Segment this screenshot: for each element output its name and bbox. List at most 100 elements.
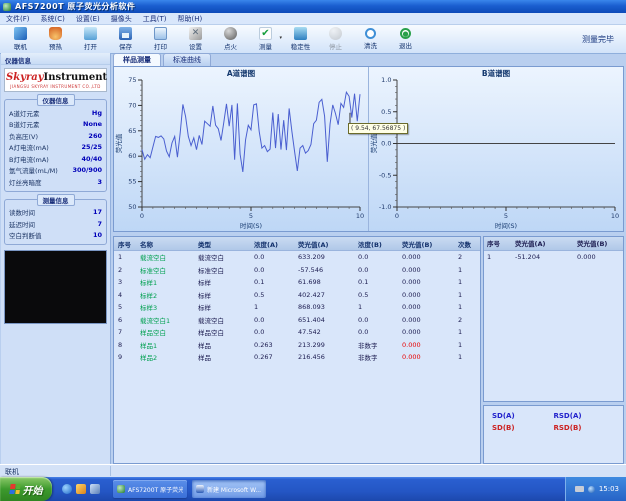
svg-text:时间(S): 时间(S) xyxy=(240,221,262,230)
table-row[interactable]: 3标样1标样0.161.6980.10.0001 xyxy=(114,276,480,289)
taskbar-task-1[interactable]: 新建 Microsoft W... xyxy=(192,480,266,498)
toolbar-button-stability[interactable]: 稳定性 xyxy=(283,26,318,52)
cell-times: 2 xyxy=(456,253,480,261)
toolbar-button-measure[interactable]: ✔测量▾ xyxy=(248,26,283,52)
stop-icon xyxy=(329,27,342,40)
menu-item-5[interactable]: 帮助(H) xyxy=(178,14,203,24)
taskbar-task-0[interactable]: AFS7200T 原子荧光... xyxy=(113,480,187,498)
open-icon xyxy=(84,27,97,40)
table-row[interactable]: 7样品空白样品空白0.047.5420.00.0001 xyxy=(114,326,480,339)
quicklaunch-browser-icon[interactable] xyxy=(62,484,72,494)
cell-conc-a: 0.5 xyxy=(252,291,296,299)
cell-conc-b: 0.0 xyxy=(356,266,400,274)
info-value: 25/25 xyxy=(82,143,102,151)
table-row[interactable]: 2标准空白标准空白0.0-57.5460.00.0001 xyxy=(114,264,480,277)
cell-conc-a: 0.0 xyxy=(252,253,296,261)
svg-text:B道谱图: B道谱图 xyxy=(482,68,511,78)
stats-panel: SD(A) RSD(A) SD(B) RSD(B) xyxy=(483,405,624,464)
column-header: 荧光值(A) xyxy=(515,238,577,248)
cell-fluo-b: 0.000 xyxy=(577,253,626,261)
cell-fluo-b: 0.000 xyxy=(400,266,456,274)
cell-name: 样品1 xyxy=(138,340,196,350)
tab-sample-measure[interactable]: 样品测量 xyxy=(113,53,161,66)
info-label: 延迟时间 xyxy=(9,219,35,229)
quicklaunch-media-icon[interactable] xyxy=(90,484,100,494)
status-bar: 联机 xyxy=(0,464,626,477)
cell-name: 载流空白1 xyxy=(138,315,196,325)
menu-item-2[interactable]: 设置(E) xyxy=(76,14,100,24)
charts-panel: A道谱图0510505560657075时间(S)荧光值 B道谱图0510-1.… xyxy=(113,66,624,232)
cell-type: 样品空白 xyxy=(196,327,252,337)
menu-item-3[interactable]: 摄像头 xyxy=(111,14,132,24)
cell-conc-a: 0.263 xyxy=(252,341,296,349)
toolbar-button-label: 退出 xyxy=(399,40,412,50)
skyray-logo-text: SkyrayInstrument xyxy=(6,72,105,83)
title-bar: AFS7200T 原子荧光分析软件 xyxy=(0,0,626,13)
svg-text:0: 0 xyxy=(395,212,399,220)
table-row[interactable]: 9样品2样品0.267216.456非数字0.0001 xyxy=(114,351,480,364)
cell-no: 1 xyxy=(487,253,515,261)
cell-conc-b: 0.5 xyxy=(356,291,400,299)
info-value: Hg xyxy=(92,109,102,117)
toolbar-button-label: 打开 xyxy=(84,41,97,51)
toolbar-button-preheat[interactable]: 预热 xyxy=(38,26,73,52)
cell-name: 样品2 xyxy=(138,352,196,362)
cell-type: 标样 xyxy=(196,290,252,300)
info-label: A灯电流(mA) xyxy=(9,142,49,152)
logo-brand-black: Instrument xyxy=(44,72,108,83)
toolbar-button-print[interactable]: 打印 xyxy=(143,26,178,52)
toolbar-button-save[interactable]: 保存 xyxy=(108,26,143,52)
menu-item-4[interactable]: 工具(T) xyxy=(143,14,167,24)
group-legend: 测量信息 xyxy=(37,194,75,206)
sample-table: 序号名称类型浓度(A)荧光值(A)浓度(B)荧光值(B)次数1载流空白载流空白0… xyxy=(113,236,481,464)
tray-volume-icon[interactable] xyxy=(588,486,595,493)
svg-text:0.5: 0.5 xyxy=(381,108,391,116)
skyray-logo: SkyrayInstrument JIANGSU SKYRAY INSTRUME… xyxy=(4,68,107,92)
svg-text:1.0: 1.0 xyxy=(381,76,391,84)
table-row[interactable]: 5标样3标样1868.09310.0001 xyxy=(114,301,480,314)
quicklaunch-desktop-icon[interactable] xyxy=(76,484,86,494)
table-row[interactable]: 4标样2标样0.5402.4270.50.0001 xyxy=(114,289,480,302)
measure-status-text: 测量完毕 xyxy=(582,34,614,45)
cell-times: 1 xyxy=(456,278,480,286)
rsd-a-label: RSD(A) xyxy=(554,412,616,420)
menu-item-1[interactable]: 系统(C) xyxy=(41,14,65,24)
toolbar-button-connect[interactable]: 联机 xyxy=(3,26,38,52)
taskbar-clock: 15:03 xyxy=(599,485,619,493)
cell-conc-b: 0.0 xyxy=(356,253,400,261)
cell-conc-b: 非数字 xyxy=(356,352,400,362)
table-row[interactable]: 6载流空白1载流空白0.0651.4040.00.0002 xyxy=(114,314,480,327)
menu-item-0[interactable]: 文件(F) xyxy=(6,14,30,24)
table-row[interactable]: 1载流空白载流空白0.0633.2090.00.0002 xyxy=(114,251,480,264)
dropdown-arrow-icon[interactable]: ▾ xyxy=(279,35,282,41)
cell-times: 1 xyxy=(456,328,480,336)
toolbar-button-settings[interactable]: ✕设置 xyxy=(178,26,213,52)
print-icon xyxy=(154,27,167,40)
column-header: 名称 xyxy=(138,239,196,249)
toolbar-button-clean[interactable]: 清洗 xyxy=(353,26,388,52)
readings-table: 序号荧光值(A)荧光值(B)1-51.2040.000 xyxy=(483,236,624,402)
toolbar-button-label: 打印 xyxy=(154,41,167,51)
cell-no: 2 xyxy=(116,266,138,274)
tray-device-icon[interactable] xyxy=(575,486,584,492)
table-row[interactable]: 8样品1样品0.263213.299非数字0.0001 xyxy=(114,339,480,352)
cell-no: 6 xyxy=(116,316,138,324)
cell-no: 9 xyxy=(116,353,138,361)
cell-fluo-b: 0.000 xyxy=(400,303,456,311)
toolbar-button-ignite[interactable]: 点火 xyxy=(213,26,248,52)
toolbar-button-label: 联机 xyxy=(14,41,27,51)
toolbar-button-open[interactable]: 打开 xyxy=(73,26,108,52)
cell-fluo-a: -51.204 xyxy=(515,253,577,261)
start-button[interactable]: 开始 xyxy=(0,477,52,501)
tab-standard-curve[interactable]: 标准曲线 xyxy=(163,53,211,66)
chart-b-spectrum: B道谱图0510-1.0-0.50.00.51.0时间(S)荧光值 xyxy=(369,67,623,231)
cell-no: 3 xyxy=(116,278,138,286)
chart-b-slot: B道谱图0510-1.0-0.50.00.51.0时间(S)荧光值 xyxy=(369,67,623,231)
column-header: 类型 xyxy=(196,239,252,249)
exit-icon: ● xyxy=(400,28,411,39)
table-row[interactable]: 1-51.2040.000 xyxy=(484,251,623,264)
info-row: B道灯元素None xyxy=(7,119,104,131)
toolbar-button-exit[interactable]: ●退出 xyxy=(388,26,423,52)
info-value: 17 xyxy=(93,208,102,216)
cell-times: 1 xyxy=(456,341,480,349)
